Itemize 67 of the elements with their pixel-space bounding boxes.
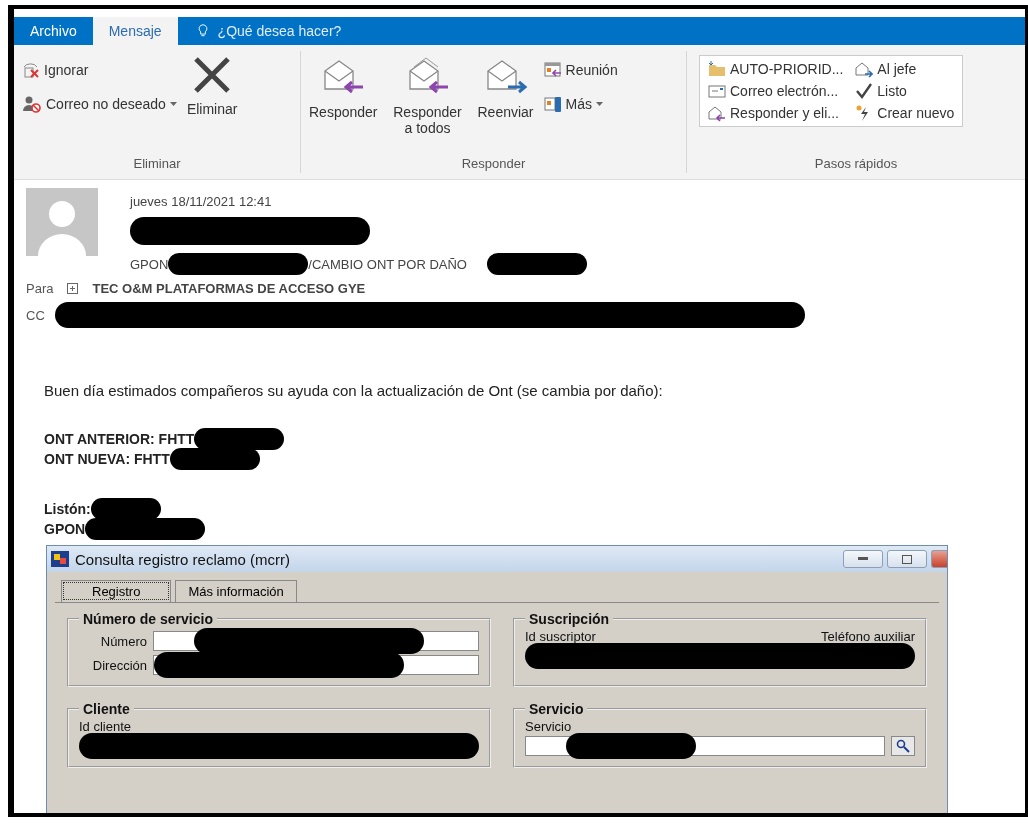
meeting-button[interactable]: Reunión	[541, 59, 620, 81]
maximize-button[interactable]	[887, 550, 927, 568]
expand-icon[interactable]	[67, 283, 79, 294]
body-text: GPON	[44, 521, 86, 537]
ribbon-tab[interactable]: Archivo	[14, 17, 93, 45]
maximize-icon	[902, 554, 912, 564]
reply-all-button[interactable]: Responder a todos	[385, 51, 470, 156]
group-title: Suscripción	[528, 611, 611, 627]
quick-step-item[interactable]: Al jefe	[855, 60, 955, 78]
junk-icon	[22, 95, 42, 113]
body-text: ONT NUEVA: FHTT	[44, 451, 170, 467]
lightbulb-icon	[195, 23, 210, 39]
quick-step-item[interactable]: Crear nuevo	[855, 104, 955, 122]
delete-button[interactable]: Eliminar	[184, 51, 240, 156]
quick-step-item[interactable]: Responder y eli...	[708, 104, 844, 122]
cc-label: CC	[26, 307, 45, 323]
input-field[interactable]	[153, 655, 479, 675]
caret-icon	[169, 102, 177, 106]
check-icon	[855, 82, 874, 100]
caret-icon	[596, 102, 603, 106]
group-title: Cliente	[82, 701, 131, 717]
body-text: ONT ANTERIOR: FHTT	[44, 431, 195, 447]
minimize-button[interactable]	[843, 550, 883, 568]
group-label: Pasos rápidos	[813, 156, 899, 173]
input-field[interactable]	[525, 736, 885, 756]
to-label: Para	[26, 281, 54, 296]
forward-button[interactable]: Reenviar	[475, 51, 536, 156]
search-button[interactable]	[891, 736, 915, 756]
subject-text: GPON	[130, 256, 169, 272]
envelope-icon	[708, 82, 726, 100]
app-icon	[51, 551, 69, 567]
subject-text: /CAMBIO ONT POR DAÑO	[308, 256, 467, 272]
envelope-reply-icon	[708, 104, 726, 122]
field-label: Id cliente	[79, 719, 132, 734]
folder-icon	[708, 60, 726, 78]
reply-button[interactable]: Responder	[307, 51, 380, 156]
body-text: Listón:	[44, 501, 91, 517]
field-label: Teléfono auxiliar	[821, 629, 915, 644]
avatar-icon	[26, 188, 98, 256]
field-label: Dirección	[91, 657, 147, 673]
field-label: Número	[99, 633, 147, 649]
tell-me-field[interactable]: ¿Qué desea hacer?	[215, 22, 420, 40]
window-tab[interactable]: Más información	[175, 580, 297, 602]
quick-step-item[interactable]: Correo electrón...	[708, 82, 844, 100]
junk-button[interactable]: Correo no deseado	[20, 93, 179, 115]
quick-step-item[interactable]: AUTO-PRIORID...	[708, 60, 844, 78]
minimize-icon	[858, 557, 868, 561]
group-title: Servicio	[528, 701, 585, 717]
more-icon	[543, 95, 562, 113]
group-label: Eliminar	[132, 156, 182, 173]
group-label: Responder	[460, 156, 527, 173]
quick-step-item[interactable]: Listo	[855, 82, 955, 100]
body-paragraph: Buen día estimados compañeros su ayuda con la actualización de Ont (se cambia por daño):	[44, 382, 664, 399]
recipient-name[interactable]: TEC O&M PLATAFORMAS DE ACCESO GYE	[92, 281, 366, 296]
ignore-icon	[22, 61, 40, 79]
field-label: Id suscriptor	[525, 629, 596, 644]
group-title: Número de servicio	[82, 611, 214, 627]
window-tab[interactable]: Registro	[61, 580, 172, 602]
window-title: Consulta registro reclamo (mcrr)	[75, 550, 291, 568]
more-button[interactable]: Más	[541, 93, 620, 115]
message-date: jueves 18/11/2021 12:41	[130, 194, 273, 209]
ignore-button[interactable]: Ignorar	[20, 59, 179, 81]
field-label: Servicio	[525, 719, 572, 734]
ribbon-tab[interactable]: Mensaje	[92, 17, 178, 45]
envelope-arrow-icon	[855, 60, 874, 78]
input-field[interactable]	[153, 631, 479, 651]
meeting-icon	[543, 61, 562, 79]
